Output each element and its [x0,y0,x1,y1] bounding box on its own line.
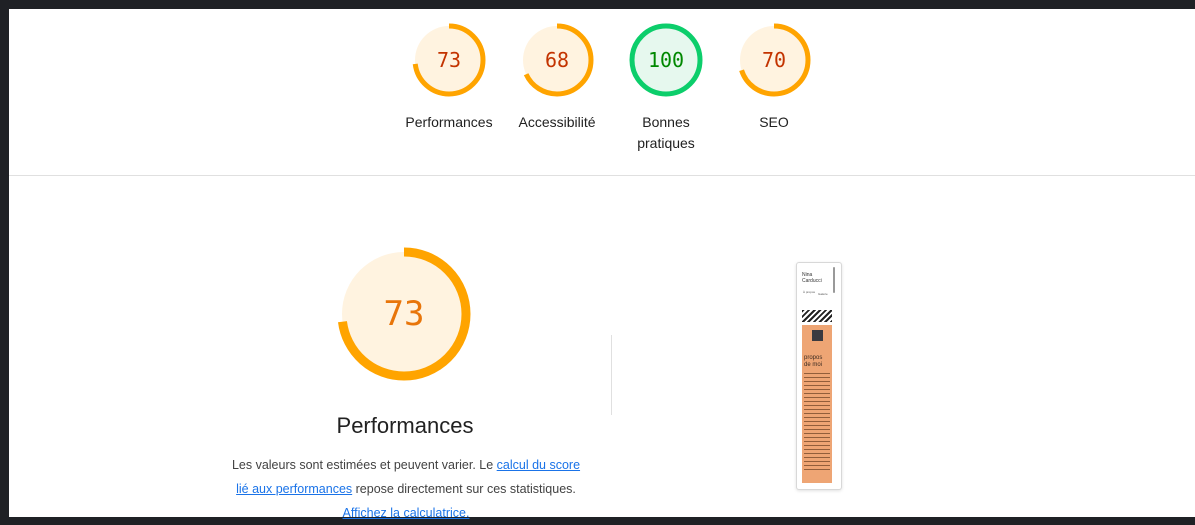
gauge-label: Accessibilité [518,114,596,130]
thumb-nav-item: À propos [803,290,816,294]
thumb-nav-item: Galerie [818,292,828,296]
thumb-about-heading: propos de moi [804,355,823,368]
thumb-site-name: Nina Carducci [802,272,822,284]
desc-text: repose directement sur ces statistiques. [352,482,576,496]
calculator-link[interactable]: Affichez la calculatrice. [343,506,470,520]
gauge-label: Bonnes pratiques [637,114,695,151]
performance-gauge-large: 73 [329,239,479,389]
gauge-label: Performances [405,114,493,130]
thumb-portrait-image [812,330,823,341]
vertical-divider [611,335,612,415]
gauge-score: 70 [761,48,787,72]
gauge-accessibility[interactable]: 68 Accessibilité [512,22,602,133]
performance-description: Les valeurs sont estimées et peuvent var… [228,453,584,525]
desc-text: Les valeurs sont estimées et peuvent var… [231,458,497,472]
scores-summary: 73 Performances 68 Accessibilité 100 Bon… [9,9,1195,175]
gauge-label: SEO [759,114,789,130]
gauge-score: 68 [544,48,570,72]
performance-score-large: 73 [383,294,425,334]
section-divider [9,175,1195,176]
performance-title: Performances [336,413,474,438]
thumb-body-text [804,373,830,473]
thumb-image-strip [802,310,832,322]
lighthouse-report: 73 Performances 68 Accessibilité 100 Bon… [9,9,1195,520]
gauge-score: 100 [647,48,685,72]
gauge-score: 73 [436,48,462,72]
gauge-seo[interactable]: 70 SEO [729,22,819,133]
gauge-performance[interactable]: 73 Performances [404,22,494,133]
gauge-best-practices[interactable]: 100 Bonnes pratiques [621,22,711,154]
page-screenshot-thumbnail[interactable]: Nina Carducci À propos Galerie propos de… [796,262,842,490]
thumb-scrollbar [833,267,835,293]
